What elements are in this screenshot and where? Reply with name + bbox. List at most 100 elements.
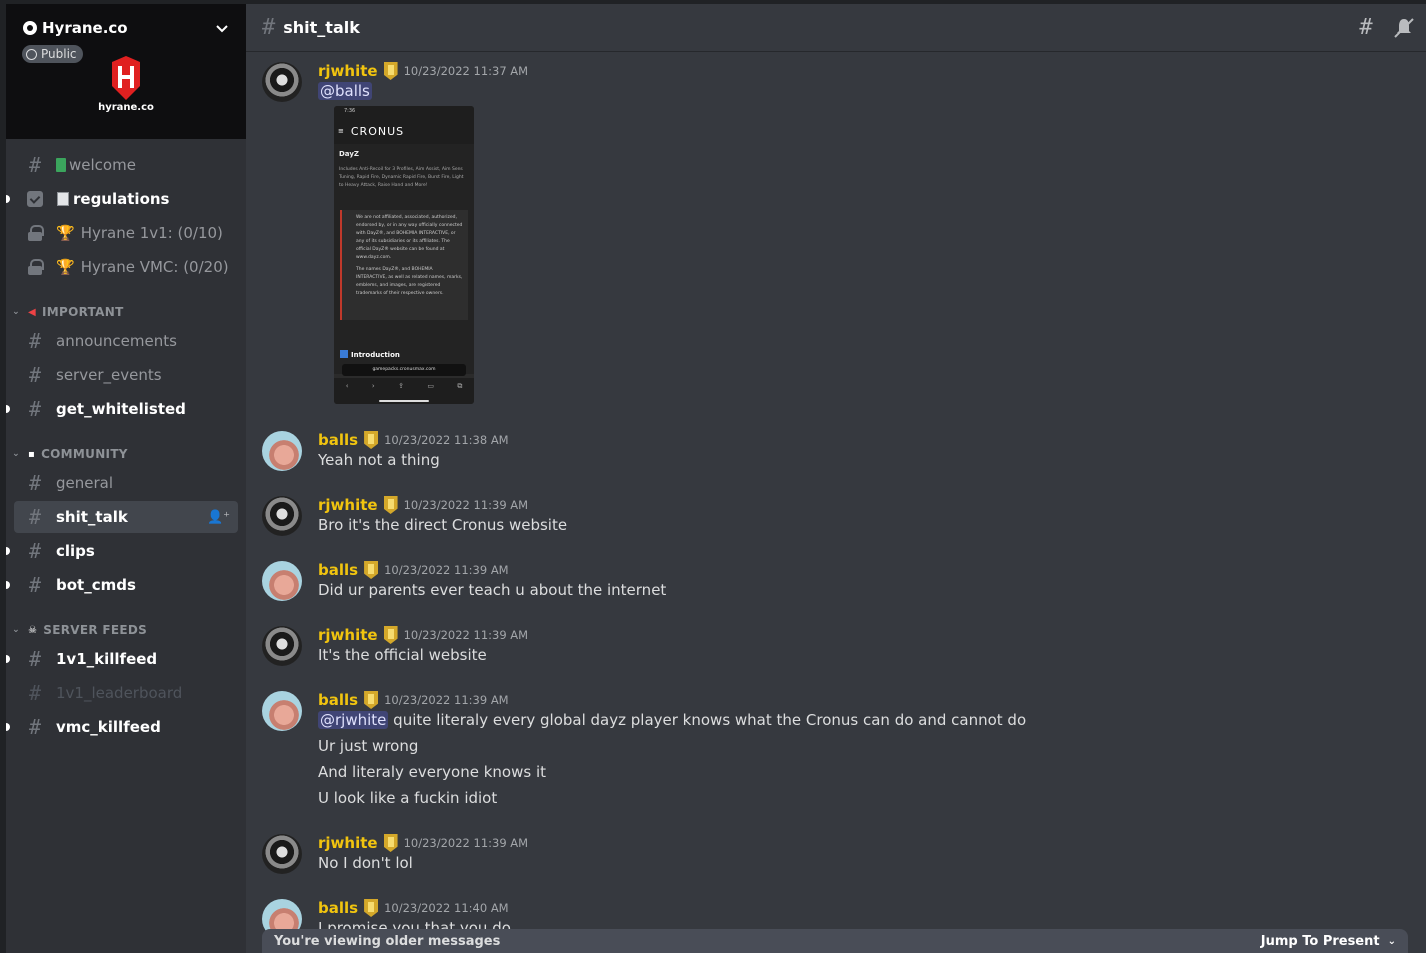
message: balls 10/23/2022 11:39 AM @rjwhite quite… bbox=[262, 685, 1406, 819]
avatar[interactable] bbox=[262, 62, 302, 102]
username[interactable]: balls bbox=[318, 561, 358, 579]
hashtag-icon: # bbox=[28, 329, 42, 353]
server-flower-icon bbox=[22, 20, 38, 36]
avatar[interactable] bbox=[262, 431, 302, 471]
message: rjwhite 10/23/2022 11:39 AM It's the off… bbox=[262, 620, 1406, 676]
role-badge-icon bbox=[364, 431, 379, 449]
phone-warning: We are not affiliated, associated, autho… bbox=[340, 210, 468, 320]
lock-icon bbox=[28, 225, 44, 241]
forward-icon: › bbox=[371, 382, 375, 390]
phone-title: DayZ bbox=[339, 150, 359, 158]
category-important[interactable]: ⌄ ◀ IMPORTANT bbox=[10, 302, 238, 322]
message-header: rjwhite 10/23/2022 11:39 AM bbox=[318, 494, 528, 516]
role-badge-icon bbox=[364, 899, 379, 917]
channel-1v1-leaderboard[interactable]: # 1v1_leaderboard bbox=[14, 677, 238, 709]
username[interactable]: rjwhite bbox=[318, 62, 378, 80]
trophy-icon: 🏆 bbox=[56, 258, 75, 276]
message-list: rjwhite 10/23/2022 11:37 AM @balls 7:36 … bbox=[246, 52, 1426, 953]
channel-label: get_whitelisted bbox=[56, 400, 186, 418]
rules-checkbox-icon bbox=[27, 191, 43, 207]
avatar[interactable] bbox=[262, 626, 302, 666]
hashtag-icon: # bbox=[28, 153, 42, 177]
green-book-icon bbox=[56, 158, 66, 172]
server-name: Hyrane.co bbox=[42, 19, 128, 37]
channel-1v1-killfeed[interactable]: # 1v1_killfeed bbox=[6, 643, 238, 675]
username[interactable]: rjwhite bbox=[318, 626, 378, 644]
hashtag-icon: # bbox=[28, 573, 42, 597]
channel-bot-cmds[interactable]: # bot_cmds bbox=[6, 569, 238, 601]
role-badge-icon bbox=[383, 62, 398, 80]
channel-shit-talk[interactable]: # shit_talk 👤⁺ bbox=[14, 501, 238, 533]
username[interactable]: balls bbox=[318, 691, 358, 709]
add-member-icon[interactable]: 👤⁺ bbox=[207, 510, 230, 525]
public-badge-label: Public bbox=[41, 47, 77, 61]
category-community[interactable]: ⌄ ▪ COMMUNITY bbox=[10, 444, 238, 464]
role-badge-icon bbox=[383, 626, 398, 644]
channel-list: # welcome regulations 🏆 Hyrane 1v1: (0/1… bbox=[6, 139, 246, 953]
channel-get-whitelisted[interactable]: # get_whitelisted bbox=[6, 393, 238, 425]
chevron-down-icon[interactable] bbox=[214, 20, 230, 36]
message-text: Did ur parents ever teach u about the in… bbox=[318, 581, 667, 599]
message-text: Ur just wrong bbox=[318, 737, 419, 755]
channel-label: shit_talk bbox=[56, 508, 128, 526]
category-server-feeds[interactable]: ⌄ ☠ SERVER FEEDS bbox=[10, 620, 238, 640]
image-attachment[interactable]: 7:36 ≡ CRONUS DayZ Includes Anti-Recoil … bbox=[334, 106, 474, 404]
hashtag-icon: # bbox=[28, 647, 42, 671]
chevron-down-icon: ⌄ bbox=[1387, 935, 1396, 947]
channel-clips[interactable]: # clips bbox=[6, 535, 238, 567]
username[interactable]: rjwhite bbox=[318, 496, 378, 514]
server-sidebar: Hyrane.co Public hyrane.co # welcome reg… bbox=[6, 4, 246, 953]
channel-hyrane-1v1[interactable]: 🏆 Hyrane 1v1: (0/10) bbox=[14, 217, 238, 249]
hashtag-icon: # bbox=[28, 471, 42, 495]
avatar[interactable] bbox=[262, 496, 302, 536]
phone-warning-text-1: We are not affiliated, associated, autho… bbox=[356, 215, 463, 260]
menu-icon: ≡ bbox=[338, 127, 345, 135]
channel-vmc-killfeed[interactable]: # vmc_killfeed bbox=[6, 711, 238, 743]
role-badge-icon bbox=[364, 561, 379, 579]
channel-label: announcements bbox=[56, 332, 177, 350]
phone-status-bar: 7:36 bbox=[334, 106, 474, 118]
threads-icon[interactable]: # bbox=[1354, 16, 1378, 40]
jump-to-present-button[interactable]: Jump To Present ⌄ bbox=[1261, 934, 1396, 949]
avatar[interactable] bbox=[262, 561, 302, 601]
server-header[interactable]: Hyrane.co Public hyrane.co bbox=[6, 4, 246, 139]
server-name-row[interactable]: Hyrane.co bbox=[22, 18, 230, 38]
channel-title: shit_talk bbox=[283, 18, 360, 37]
channel-general[interactable]: # general bbox=[14, 467, 238, 499]
message-header: balls 10/23/2022 11:40 AM bbox=[318, 897, 509, 919]
avatar[interactable] bbox=[262, 691, 302, 731]
channel-server-events[interactable]: # server_events bbox=[14, 359, 238, 391]
mention[interactable]: @rjwhite bbox=[318, 711, 389, 729]
channel-announcements[interactable]: # announcements bbox=[14, 325, 238, 357]
channel-hyrane-vmc[interactable]: 🏆 Hyrane VMC: (0/20) bbox=[14, 251, 238, 283]
hashtag-icon: # bbox=[28, 363, 42, 387]
channel-label: 1v1_killfeed bbox=[56, 650, 158, 668]
username[interactable]: rjwhite bbox=[318, 834, 378, 852]
notebook-icon bbox=[57, 192, 69, 206]
unread-indicator bbox=[6, 405, 10, 413]
message-text: U look like a fuckin idiot bbox=[318, 789, 498, 807]
hashtag-icon: # bbox=[262, 15, 276, 40]
mention[interactable]: @balls bbox=[318, 82, 372, 100]
message-text: It's the official website bbox=[318, 646, 487, 664]
chat-area: # shit_talk # rjwhite 10/23/2022 11:37 A… bbox=[246, 4, 1426, 953]
globe-icon bbox=[26, 48, 37, 60]
phone-intro: Introduction bbox=[340, 350, 400, 359]
mute-icon[interactable] bbox=[1392, 16, 1416, 40]
username[interactable]: balls bbox=[318, 899, 358, 917]
message-text: Bro it's the direct Cronus website bbox=[318, 516, 568, 534]
message-text: @balls bbox=[318, 82, 372, 100]
category-label: IMPORTANT bbox=[42, 305, 124, 319]
avatar[interactable] bbox=[262, 834, 302, 874]
public-badge[interactable]: Public bbox=[22, 45, 83, 63]
channel-welcome[interactable]: # welcome bbox=[14, 149, 238, 181]
channel-regulations[interactable]: regulations bbox=[6, 183, 238, 215]
chevron-down-icon: ⌄ bbox=[12, 625, 20, 635]
chevron-down-icon: ⌄ bbox=[12, 307, 20, 317]
jump-to-present-label: Jump To Present bbox=[1260, 933, 1380, 949]
unread-indicator bbox=[6, 547, 10, 555]
timestamp: 10/23/2022 11:40 AM bbox=[384, 901, 509, 915]
hashtag-icon: # bbox=[28, 539, 42, 563]
back-icon: ‹ bbox=[345, 382, 349, 390]
username[interactable]: balls bbox=[318, 431, 358, 449]
